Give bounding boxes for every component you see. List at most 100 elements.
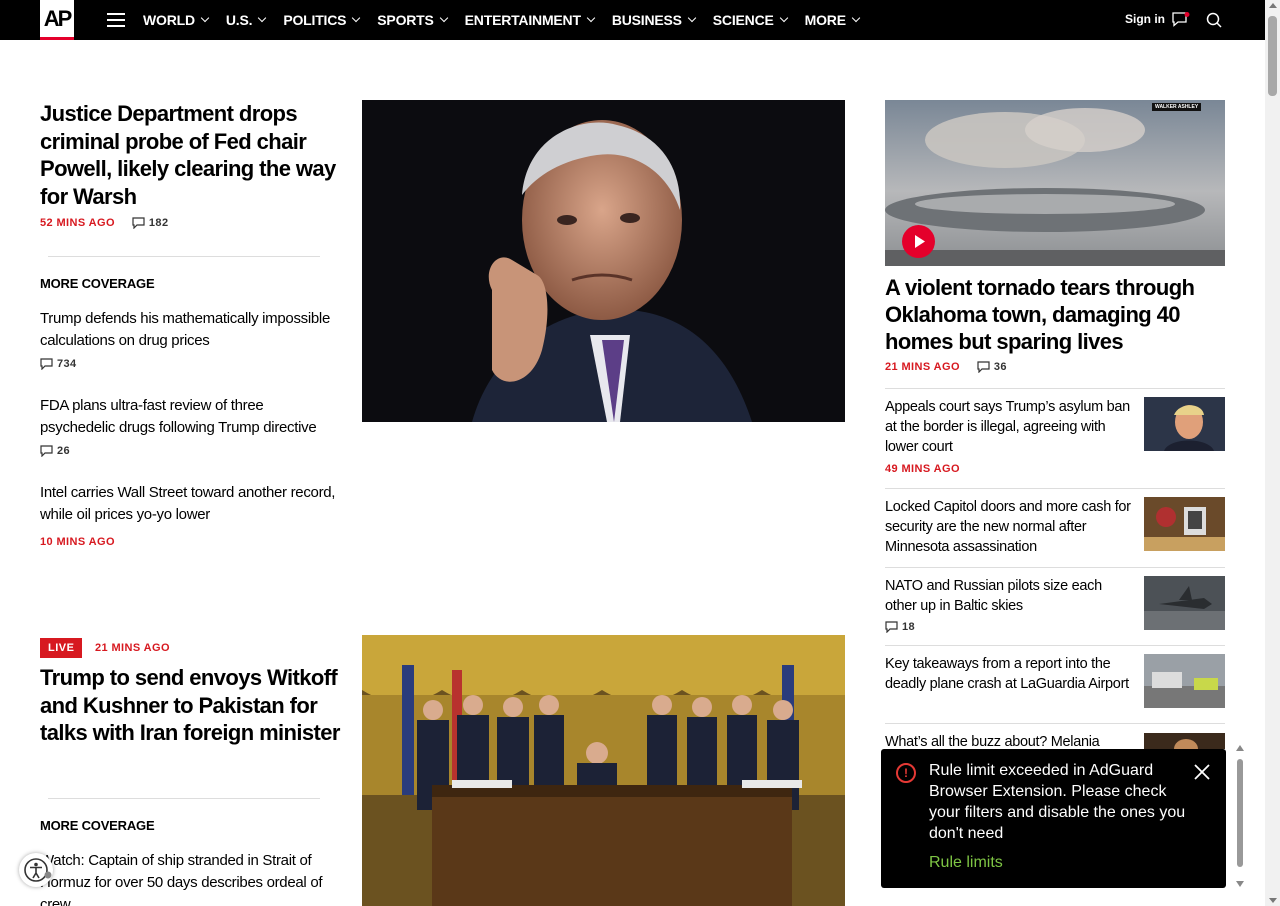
toast-scrollbar[interactable] [1236, 745, 1244, 887]
right-story-meta: 18 [885, 621, 915, 633]
second-image[interactable] [362, 635, 845, 906]
sub-story-link[interactable]: Intel carries Wall Street toward another… [40, 482, 340, 526]
scroll-down-arrow[interactable] [1236, 881, 1244, 887]
comment-count[interactable]: 182 [132, 217, 169, 229]
comment-icon [132, 217, 145, 229]
divider [885, 388, 1225, 389]
accessibility-button[interactable] [19, 853, 53, 887]
nav-item-world[interactable]: WORLD [143, 12, 210, 28]
comments-icon[interactable] [1172, 12, 1190, 27]
divider [885, 567, 1225, 568]
second-meta: 21 MINS AGO [95, 642, 170, 654]
page-scrollbar[interactable] [1265, 0, 1280, 906]
nav-item-more[interactable]: MORE [805, 12, 861, 28]
nav-item-us[interactable]: U.S. [226, 12, 267, 28]
toast-message: Rule limit exceeded in AdGuard Browser E… [929, 762, 1186, 842]
plane-crash-photo [1144, 654, 1225, 708]
scroll-down-arrow[interactable] [1269, 898, 1277, 903]
play-icon [915, 235, 925, 248]
right-meta: 21 MINS AGO 36 [885, 361, 1007, 373]
rule-limits-link[interactable]: Rule limits [929, 854, 1003, 872]
ap-logo[interactable]: AP [40, 0, 74, 40]
tornado-video[interactable]: WALKER ASHLEY [885, 100, 1225, 266]
story-thumbnail[interactable] [1144, 397, 1225, 451]
timestamp: 10 MINS AGO [40, 536, 115, 548]
tornado-photo [885, 100, 1225, 266]
chevron-down-icon [200, 13, 210, 23]
right-story-meta: 49 MINS AGO [885, 463, 960, 475]
more-coverage-label: MORE COVERAGE [40, 276, 155, 291]
accessibility-icon [24, 858, 52, 882]
scroll-up-arrow[interactable] [1236, 745, 1244, 751]
right-story-link[interactable]: Appeals court says Trump’s asylum ban at… [885, 397, 1135, 457]
melania-photo [1144, 733, 1225, 749]
comment-icon [40, 445, 53, 457]
comment-icon [977, 361, 990, 373]
chevron-down-icon [586, 13, 596, 23]
divider [885, 488, 1225, 489]
right-story-link[interactable]: Key takeaways from a report into the dea… [885, 654, 1135, 694]
divider [885, 723, 1225, 724]
chevron-down-icon [687, 13, 697, 23]
divider [48, 256, 320, 257]
sub-story-link[interactable]: Trump defends his mathematically impossi… [40, 308, 340, 352]
right-headline[interactable]: A violent tornado tears through Oklahoma… [885, 274, 1215, 355]
adguard-toast: ! Rule limit exceeded in AdGuard Browser… [881, 749, 1226, 888]
nav-item-business[interactable]: BUSINESS [612, 12, 697, 28]
play-button[interactable] [902, 225, 935, 258]
divider [885, 645, 1225, 646]
comment-count[interactable]: 26 [40, 445, 70, 457]
nav-item-science[interactable]: SCIENCE [713, 12, 788, 28]
timestamp: 52 MINS AGO [40, 217, 115, 229]
chevron-down-icon [779, 13, 788, 23]
chevron-down-icon [439, 13, 448, 23]
story-thumbnail[interactable] [1144, 497, 1225, 551]
trump-photo [1144, 397, 1225, 451]
second-headline[interactable]: Trump to send envoys Witkoff and Kushner… [40, 664, 340, 747]
scroll-thumb[interactable] [1268, 16, 1277, 96]
memorial-photo [1144, 497, 1225, 551]
comment-count[interactable]: 18 [885, 621, 915, 633]
scroll-up-arrow[interactable] [1269, 3, 1277, 8]
sub-story-meta: 10 MINS AGO [40, 536, 115, 548]
nav-item-entertainment[interactable]: ENTERTAINMENT [465, 12, 596, 28]
story-thumbnail[interactable] [1144, 654, 1225, 708]
powell-photo [362, 100, 845, 422]
story-thumbnail[interactable] [1144, 576, 1225, 630]
comment-count[interactable]: 734 [40, 358, 77, 370]
search-icon[interactable] [1206, 12, 1222, 28]
comment-icon [40, 358, 53, 370]
nav-item-politics[interactable]: POLITICS [283, 12, 361, 28]
more-coverage-label: MORE COVERAGE [40, 818, 155, 833]
chevron-down-icon [352, 13, 361, 23]
chevron-down-icon [851, 13, 861, 23]
sign-in-link[interactable]: Sign in [1125, 12, 1165, 26]
right-story-link[interactable]: Locked Capitol doors and more cash for s… [885, 497, 1135, 557]
right-story-link[interactable]: What’s all the buzz about? Melania [885, 732, 1135, 750]
lead-headline[interactable]: Justice Department drops criminal probe … [40, 100, 340, 210]
sub-story-link[interactable]: Watch: Captain of ship stranded in Strai… [40, 850, 340, 906]
comment-icon [885, 621, 898, 633]
sub-story-meta: 734 [40, 358, 77, 370]
sub-story-link[interactable]: FDA plans ultra-fast review of three psy… [40, 395, 340, 439]
comment-count[interactable]: 36 [977, 361, 1007, 373]
lead-meta: 52 MINS AGO 182 [40, 217, 168, 229]
timestamp: 49 MINS AGO [885, 463, 960, 475]
scroll-thumb[interactable] [1237, 759, 1243, 867]
oval-office-photo [362, 635, 845, 906]
timestamp: 21 MINS AGO [95, 642, 170, 654]
close-icon[interactable] [1192, 762, 1212, 782]
menu-icon[interactable] [107, 13, 125, 27]
right-story-link[interactable]: NATO and Russian pilots size each other … [885, 576, 1135, 616]
sub-story-meta: 26 [40, 445, 70, 457]
warning-icon: ! [896, 763, 916, 783]
story-thumbnail[interactable] [1144, 733, 1225, 749]
video-credit: WALKER ASHLEY [1152, 103, 1202, 111]
top-nav: AP WORLD U.S. POLITICS SPORTS ENTERTAINM… [0, 0, 1265, 40]
divider [48, 798, 320, 799]
timestamp: 21 MINS AGO [885, 361, 960, 373]
nav-items: WORLD U.S. POLITICS SPORTS ENTERTAINMENT… [143, 0, 877, 40]
lead-image[interactable] [362, 100, 845, 422]
nav-item-sports[interactable]: SPORTS [377, 12, 448, 28]
live-badge: LIVE [40, 638, 83, 658]
